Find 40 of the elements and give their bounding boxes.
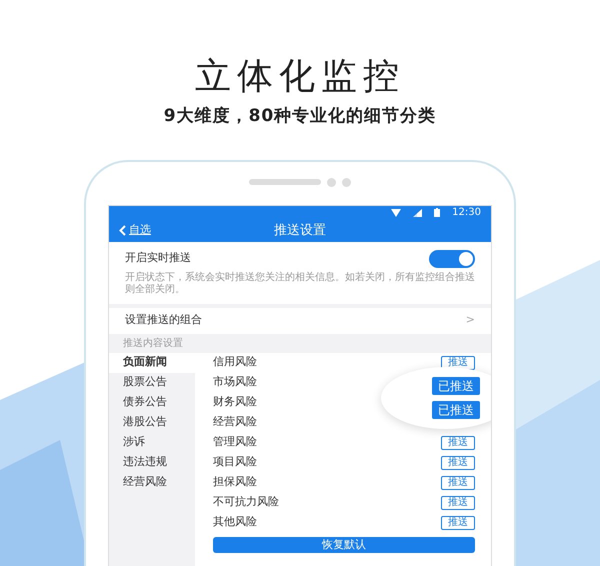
screen-title: 推送设置 [274, 222, 326, 238]
reset-button[interactable]: 恢复默认 [213, 536, 475, 552]
item-label: 担保风险 [213, 474, 257, 490]
back-link[interactable]: 自选 [119, 222, 151, 239]
category-item[interactable]: 负面新闻 [109, 352, 195, 372]
push-button[interactable]: 推送 [441, 496, 475, 510]
item-label: 信用风险 [213, 354, 257, 370]
battery-icon [434, 208, 440, 217]
item-label: 管理风险 [213, 434, 257, 450]
item-label: 市场风险 [213, 374, 257, 390]
speaker-icon [249, 179, 321, 185]
item-label: 其他风险 [213, 514, 257, 530]
push-button[interactable]: 推送 [441, 436, 475, 450]
push-button[interactable]: 推送 [441, 356, 475, 370]
toggle-switch[interactable] [429, 250, 475, 268]
pushed-button[interactable]: 已推送 [432, 400, 480, 418]
item-label: 经营风险 [213, 414, 257, 430]
category-item[interactable]: 港股公告 [109, 412, 195, 432]
push-button[interactable]: 推送 [441, 516, 475, 530]
category-item[interactable]: 涉诉 [109, 432, 195, 452]
setting-label: 开启实时推送 [125, 250, 191, 266]
item-label: 项目风险 [213, 454, 257, 470]
category-item[interactable]: 债券公告 [109, 392, 195, 412]
back-icon [119, 225, 126, 236]
signal-icon [413, 208, 422, 216]
combo-row[interactable]: 设置推送的组合 > [109, 308, 491, 334]
push-button[interactable]: 推送 [441, 456, 475, 470]
wifi-icon [391, 208, 402, 216]
category-item[interactable]: 股票公告 [109, 372, 195, 392]
subheadline: 9大维度，80种专业化的细节分类 [164, 105, 436, 128]
item-label: 财务风险 [213, 394, 257, 410]
category-item[interactable]: 经营风险 [109, 472, 195, 492]
description: 开启状态下，系统会实时推送您关注的相关信息。如若关闭，所有监控组合推送则全部关闭。 [125, 272, 475, 296]
pushed-button[interactable]: 已推送 [432, 376, 480, 394]
section-label: 推送内容设置 [122, 336, 184, 350]
item-label: 不可抗力风险 [213, 494, 279, 510]
status-time: 12:30 [452, 206, 481, 220]
headline: 立体化监控 [195, 56, 405, 98]
push-button[interactable]: 推送 [441, 476, 475, 490]
category-item[interactable]: 违法违规 [109, 452, 195, 472]
